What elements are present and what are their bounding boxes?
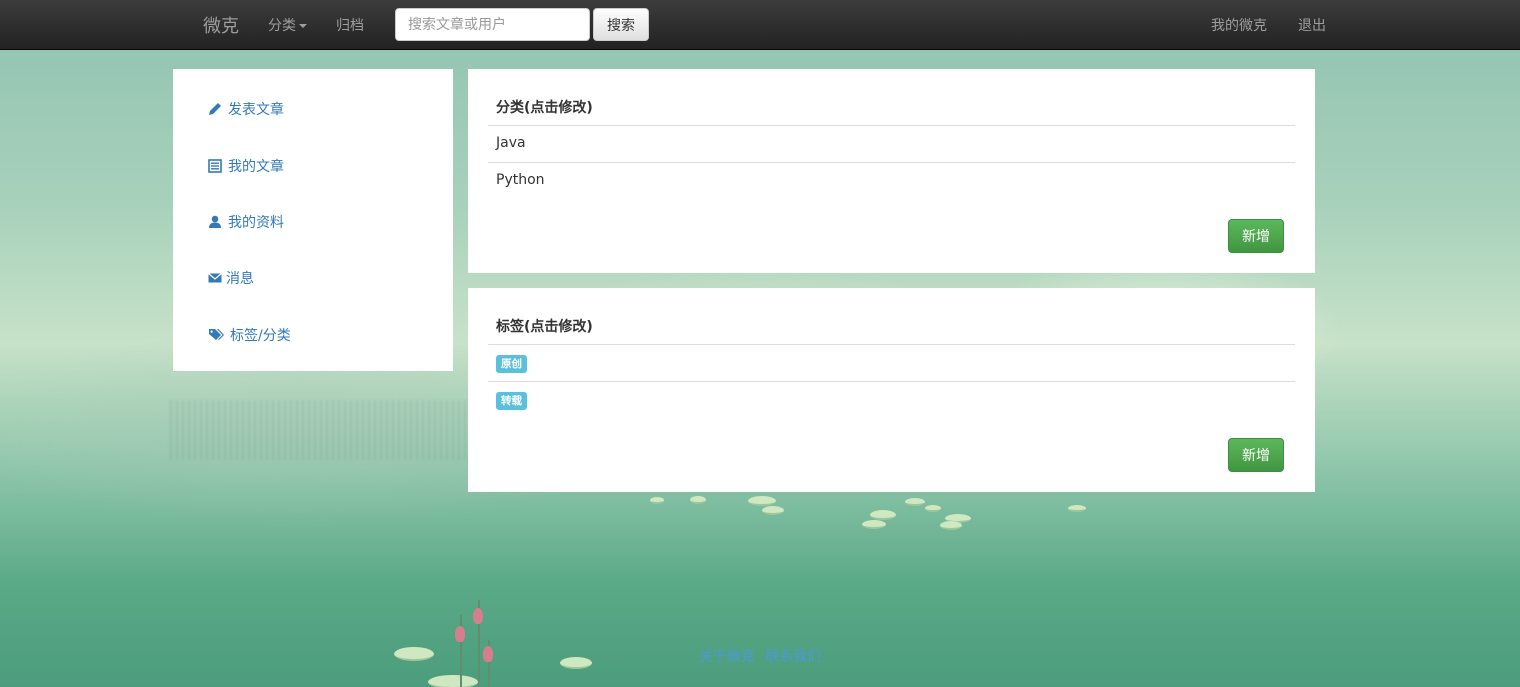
tags-panel: 标签(点击修改) 原创 转载 新增: [468, 288, 1315, 492]
lily-pad: [870, 510, 896, 520]
footer: 关于微克 联系我们: [0, 646, 1520, 666]
category-name: Java: [496, 135, 526, 151]
sidebar-item-messages[interactable]: 消息: [208, 268, 254, 288]
tags-icon: [209, 329, 224, 340]
lotus-bud: [455, 626, 465, 642]
sidebar-item-my-articles[interactable]: 我的文章: [208, 156, 284, 176]
nav-my-weike[interactable]: 我的微克: [1211, 15, 1267, 35]
envelope-icon: [208, 273, 222, 283]
footer-link-contact[interactable]: 联系我们: [765, 649, 821, 665]
sidebar: 发表文章 我的文章 我的资料 消息 标签/分类: [173, 69, 453, 371]
add-category-button[interactable]: 新增: [1228, 219, 1284, 253]
tag-row-reprint[interactable]: 转载: [488, 381, 1295, 419]
sidebar-item-label: 我的文章: [228, 159, 284, 175]
categories-panel: 分类(点击修改) Java Python 新增: [468, 69, 1315, 273]
sidebar-item-post-article[interactable]: 发表文章: [208, 99, 284, 119]
lily-pad: [905, 498, 925, 506]
search-input[interactable]: [395, 8, 590, 41]
nav-logout[interactable]: 退出: [1298, 15, 1326, 35]
pencil-icon: [209, 103, 221, 115]
add-tag-button[interactable]: 新增: [1228, 438, 1284, 472]
lily-pad: [650, 497, 664, 504]
user-icon: [209, 215, 221, 228]
category-name: Python: [496, 172, 545, 188]
sidebar-item-label: 标签/分类: [230, 328, 291, 344]
footer-link-about[interactable]: 关于微克: [699, 649, 755, 665]
category-row-python[interactable]: Python: [488, 162, 1295, 200]
tag-label: 转载: [496, 392, 527, 410]
caret-down-icon: [299, 24, 307, 28]
tag-label: 原创: [496, 355, 527, 373]
lily-pad: [748, 496, 776, 506]
nav-category-label: 分类: [268, 18, 296, 34]
sidebar-item-tags-categories[interactable]: 标签/分类: [208, 325, 291, 345]
tags-title: 标签(点击修改): [496, 319, 593, 335]
lily-pad: [940, 521, 962, 530]
lily-pad: [862, 520, 886, 529]
list-alt-icon: [208, 159, 222, 173]
nav-archive[interactable]: 归档: [336, 15, 364, 35]
category-row-java[interactable]: Java: [488, 125, 1295, 163]
lily-pad: [1068, 505, 1086, 512]
water-reflection: [170, 400, 470, 460]
lily-pad: [762, 506, 784, 515]
lily-pad: [690, 496, 706, 504]
search-button[interactable]: 搜索: [593, 8, 649, 41]
sidebar-item-label: 我的资料: [228, 215, 284, 231]
sidebar-item-label: 发表文章: [228, 102, 284, 118]
top-navbar: 微克 分类 归档 搜索 我的微克 退出: [0, 0, 1520, 50]
sidebar-item-my-profile[interactable]: 我的资料: [208, 212, 284, 232]
lily-pad: [925, 505, 941, 512]
lily-pad: [428, 675, 478, 687]
nav-category-dropdown[interactable]: 分类: [268, 15, 307, 35]
tag-row-original[interactable]: 原创: [488, 344, 1295, 382]
lotus-bud: [473, 608, 483, 624]
categories-title: 分类(点击修改): [496, 100, 593, 116]
brand-logo[interactable]: 微克: [203, 12, 239, 38]
sidebar-item-label: 消息: [226, 271, 254, 287]
